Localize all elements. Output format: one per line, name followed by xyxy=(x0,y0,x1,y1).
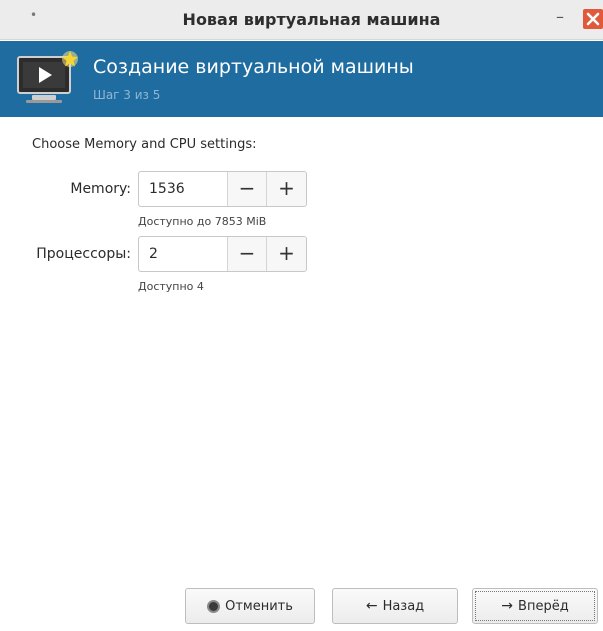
cpus-increase-button[interactable]: + xyxy=(267,237,306,271)
cancel-button[interactable]: Отменить xyxy=(185,588,315,624)
wizard-header: Создание виртуальной машины Шаг 3 из 5 xyxy=(0,41,603,117)
minimize-button[interactable]: – xyxy=(553,8,567,28)
wizard-step: Шаг 3 из 5 xyxy=(93,88,161,102)
cpus-decrease-button[interactable]: − xyxy=(228,237,267,271)
stop-circle-icon xyxy=(207,599,221,613)
forward-button-label: Вперёд xyxy=(518,598,569,614)
section-title: Choose Memory and CPU settings: xyxy=(32,137,257,152)
title-bar[interactable]: • Новая виртуальная машина – xyxy=(0,0,603,40)
close-button[interactable] xyxy=(583,9,603,29)
memory-input[interactable]: 1536 xyxy=(139,172,228,206)
window-title: Новая виртуальная машина xyxy=(182,10,441,29)
memory-spinbox: 1536 − + xyxy=(138,171,307,207)
cpus-spinbox: 2 − + xyxy=(138,236,307,272)
monitor-play-icon xyxy=(17,51,78,103)
memory-increase-button[interactable]: + xyxy=(267,172,306,206)
close-icon xyxy=(586,12,600,26)
cancel-button-label: Отменить xyxy=(225,598,293,614)
wizard-title: Создание виртуальной машины xyxy=(93,56,414,78)
arrow-right-icon: → xyxy=(501,598,514,614)
back-button-label: Назад xyxy=(382,598,425,614)
memory-available-hint: Доступно до 7853 MiB xyxy=(138,215,267,228)
cpus-label: Процессоры: xyxy=(36,246,131,262)
new-vm-window: • Новая виртуальная машина – Создание ви… xyxy=(0,0,603,631)
forward-button[interactable]: → Вперёд xyxy=(472,588,598,624)
cpus-input[interactable]: 2 xyxy=(139,237,228,271)
memory-label: Memory: xyxy=(70,181,131,197)
arrow-left-icon: ← xyxy=(365,598,378,614)
back-button[interactable]: ← Назад xyxy=(332,588,458,624)
memory-decrease-button[interactable]: − xyxy=(228,172,267,206)
cpus-available-hint: Доступно 4 xyxy=(138,280,204,293)
